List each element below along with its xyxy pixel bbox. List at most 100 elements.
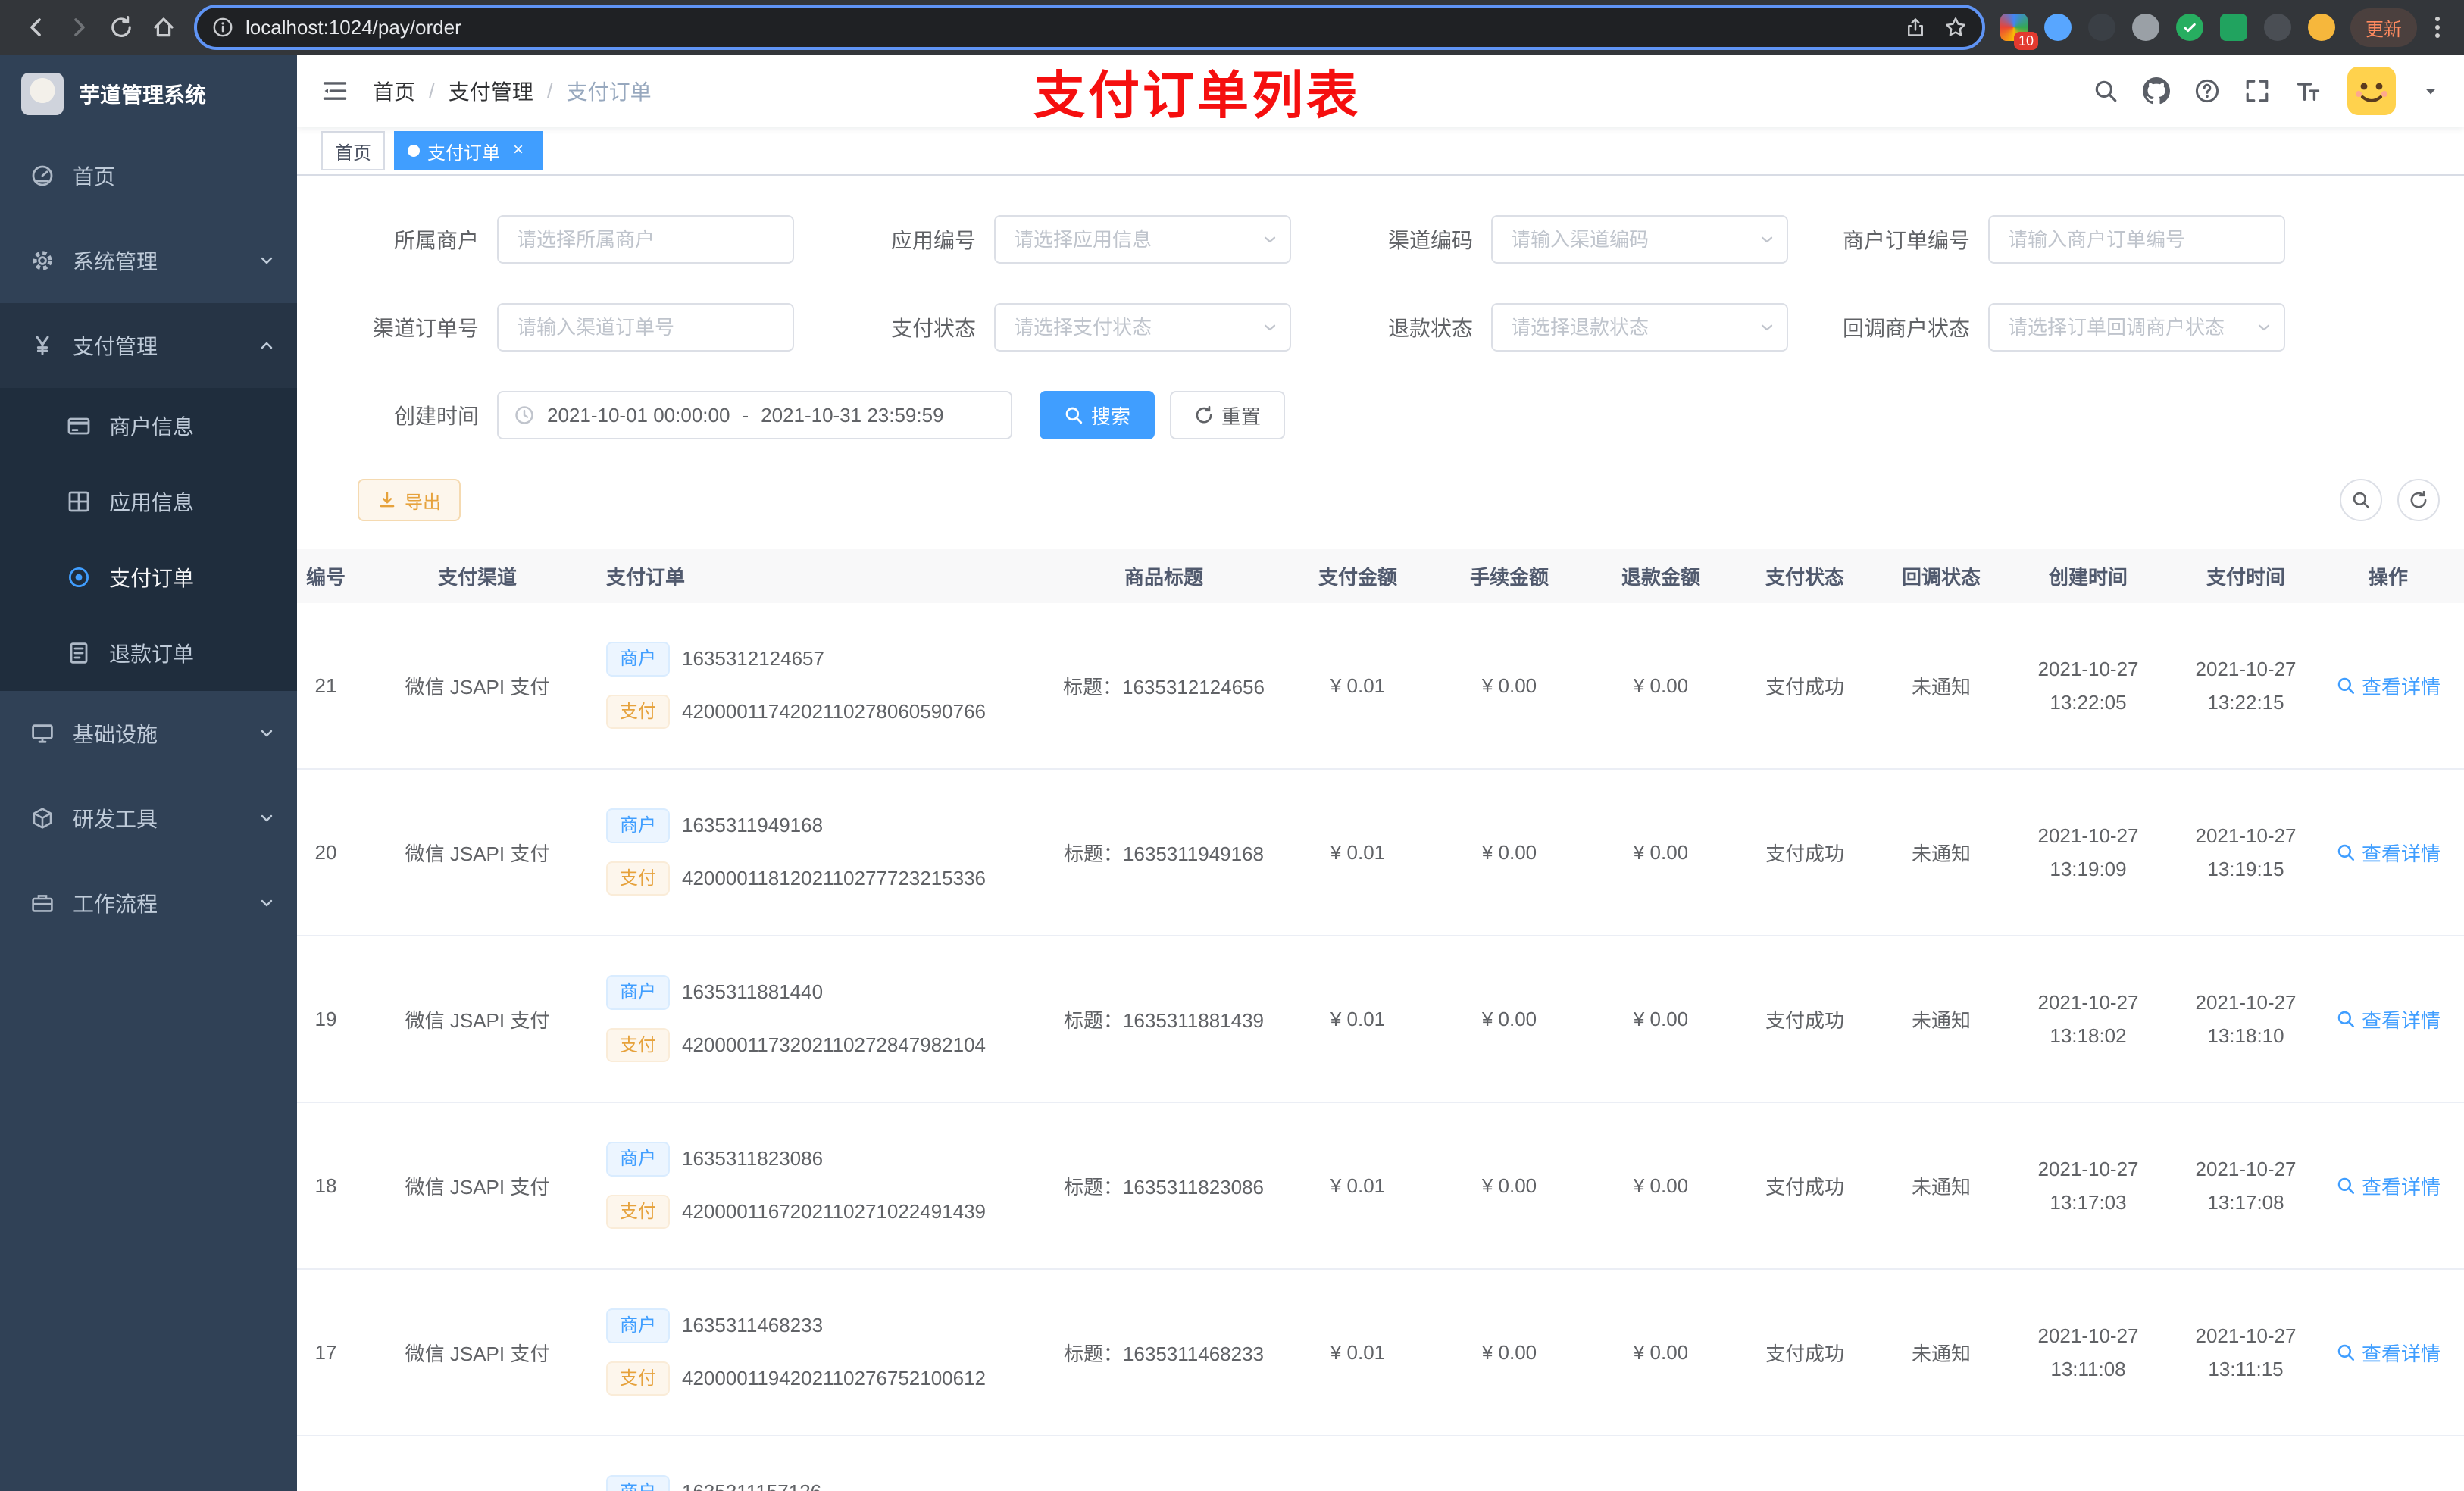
channel-order-no-input[interactable] xyxy=(497,303,794,352)
extension-icon[interactable] xyxy=(2220,14,2247,41)
cell-refund-amount: ¥ 0.00 xyxy=(1633,840,1689,864)
merchant-order-no-input[interactable] xyxy=(1988,215,2285,264)
site-info-icon[interactable] xyxy=(212,17,233,38)
channel-code-select[interactable] xyxy=(1491,215,1788,264)
cell-channel: 微信 JSAPI 支付 xyxy=(405,1342,550,1365)
breadcrumb-separator: / xyxy=(546,79,553,102)
view-details-link[interactable]: 查看详情 xyxy=(2336,839,2441,867)
cell-channel: 微信 JSAPI 支付 xyxy=(405,1175,550,1199)
tab-pay-order[interactable]: 支付订单 × xyxy=(394,131,543,170)
extension-icon[interactable] xyxy=(2088,14,2115,41)
view-details-link[interactable]: 查看详情 xyxy=(2336,1172,2441,1200)
channel-order-no: 4200001173202110272847982104 xyxy=(682,1033,987,1056)
app-title: 芋道管理系统 xyxy=(79,83,207,107)
sidebar-item-payment[interactable]: 支付管理 xyxy=(0,303,297,388)
address-bar[interactable]: localhost:1024/pay/order xyxy=(194,5,1985,50)
form-field: 所属商户 xyxy=(318,215,815,264)
search-button[interactable]: 搜索 xyxy=(1040,391,1155,439)
cell-create-time: 2021-10-27 13:19:09 xyxy=(2037,824,2139,880)
refund-status-select[interactable] xyxy=(1491,303,1788,352)
col-refund-amount: 退款金额 xyxy=(1621,565,1700,589)
callback-status-select[interactable] xyxy=(1988,303,2285,352)
cell-channel: 微信 JSAPI 支付 xyxy=(405,842,550,865)
sidebar-item-pay-order[interactable]: 支付订单 xyxy=(0,539,297,615)
browser-menu-icon[interactable] xyxy=(2426,11,2449,44)
browser-update-button[interactable]: 更新 xyxy=(2350,8,2417,47)
user-avatar[interactable] xyxy=(2346,65,2397,117)
toggle-search-button[interactable] xyxy=(2340,479,2382,521)
cell-action: 查看详情 xyxy=(2325,672,2452,700)
view-details-link[interactable]: 查看详情 xyxy=(2336,1339,2441,1367)
tags-view-bar: 首页 支付订单 × xyxy=(297,127,2464,176)
sidebar-item-home[interactable]: 首页 xyxy=(0,133,297,218)
page-content: 所属商户 应用编号 渠道编码 商户订单编号 渠 xyxy=(297,176,2464,1491)
cell-notify-status: 未通知 xyxy=(1911,842,1971,865)
caret-down-icon[interactable] xyxy=(2422,82,2440,100)
breadcrumb: 首页 / 支付管理 / 支付订单 xyxy=(373,76,652,106)
extension-icon[interactable] xyxy=(2132,14,2159,41)
export-button-label: 导出 xyxy=(405,492,441,513)
sidebar-item-refund-order[interactable]: 退款订单 xyxy=(0,615,297,691)
create-time-range[interactable]: 2021-10-01 00:00:00 - 2021-10-31 23:59:5… xyxy=(497,391,1012,439)
menu-fold-icon[interactable] xyxy=(321,77,349,105)
back-icon[interactable] xyxy=(15,6,58,48)
breadcrumb-home[interactable]: 首页 xyxy=(373,76,415,106)
pay-no-line: 支付 4200001181202110277723215336 xyxy=(606,861,986,896)
channel-order-no: 4200001181202110277723215336 xyxy=(682,866,987,889)
order-numbers: 商户 1635312124657 支付 42000011742021102780605… xyxy=(606,642,986,730)
col-notify-status: 回调状态 xyxy=(1901,565,1981,589)
font-size-icon[interactable] xyxy=(2294,77,2322,105)
chevron-down-icon xyxy=(258,894,276,912)
home-icon[interactable] xyxy=(142,6,185,48)
cell-create-time: 2021-10-27 13:11:08 xyxy=(2037,1324,2139,1380)
sidebar: 芋道管理系统 首页 系统管理 支付管理 商户信息 应用信息 支付订单 退款订单 … xyxy=(0,55,297,1491)
dashboard-icon xyxy=(30,164,64,188)
sidebar-item-dev-tools[interactable]: 研发工具 xyxy=(0,776,297,861)
help-icon[interactable] xyxy=(2194,78,2220,104)
sidebar-item-merchant-info[interactable]: 商户信息 xyxy=(0,388,297,464)
extension-icon[interactable]: 10 xyxy=(2000,14,2038,50)
extension-icon[interactable] xyxy=(2308,14,2335,41)
app-id-select[interactable] xyxy=(994,215,1291,264)
pay-badge: 支付 xyxy=(606,694,670,730)
sidebar-item-workflow[interactable]: 工作流程 xyxy=(0,861,297,946)
bookmark-star-icon[interactable] xyxy=(1944,16,1967,39)
url-text[interactable]: localhost:1024/pay/order xyxy=(245,16,461,39)
sidebar-item-system[interactable]: 系统管理 xyxy=(0,218,297,303)
extension-icon[interactable] xyxy=(2264,14,2291,41)
menu-label: 研发工具 xyxy=(73,808,158,831)
extension-icon[interactable] xyxy=(2176,14,2203,41)
pay-status-select[interactable] xyxy=(994,303,1291,352)
sidebar-item-infrastructure[interactable]: 基础设施 xyxy=(0,691,297,776)
fullscreen-icon[interactable] xyxy=(2244,78,2270,104)
col-id: 编号 xyxy=(305,565,346,589)
cell-action: 查看详情 xyxy=(2325,1339,2452,1367)
tab-home[interactable]: 首页 xyxy=(321,131,385,170)
payment-submenu: 商户信息 应用信息 支付订单 退款订单 xyxy=(0,388,297,691)
export-button[interactable]: 导出 xyxy=(358,479,461,521)
reload-icon[interactable] xyxy=(100,6,142,48)
refresh-table-button[interactable] xyxy=(2397,479,2440,521)
chevron-down-icon xyxy=(258,809,276,827)
search-form-row: 创建时间 2021-10-01 00:00:00 - 2021-10-31 23… xyxy=(297,391,2464,439)
col-channel: 支付渠道 xyxy=(437,565,517,589)
search-icon[interactable] xyxy=(2093,78,2118,104)
cell-order: 商户 1635312124657 支付 42000011742021102780605… xyxy=(576,642,1046,730)
reset-button[interactable]: 重置 xyxy=(1170,391,1286,439)
close-icon[interactable]: × xyxy=(508,140,529,161)
view-details-link[interactable]: 查看详情 xyxy=(2336,672,2441,700)
cell-id: 18 xyxy=(314,1174,337,1197)
extension-icon[interactable] xyxy=(2044,14,2072,41)
forward-icon[interactable] xyxy=(58,6,100,48)
pay-no-line: 支付 4200001194202110276752100612 xyxy=(606,1361,986,1396)
view-details-link[interactable]: 查看详情 xyxy=(2336,1005,2441,1033)
menu-label: 支付订单 xyxy=(109,567,195,590)
breadcrumb-pay-management[interactable]: 支付管理 xyxy=(449,76,533,106)
share-icon[interactable] xyxy=(1905,17,1926,38)
merchant-select-input[interactable] xyxy=(497,215,794,264)
cell-order: 商户 1635311881440 支付 42000011732021102728479… xyxy=(576,975,1046,1063)
sidebar-item-app-info[interactable]: 应用信息 xyxy=(0,464,297,539)
cell-pay-status: 支付成功 xyxy=(1765,1008,1844,1032)
github-icon[interactable] xyxy=(2143,77,2170,105)
cell-pay-status: 支付成功 xyxy=(1765,675,1844,699)
